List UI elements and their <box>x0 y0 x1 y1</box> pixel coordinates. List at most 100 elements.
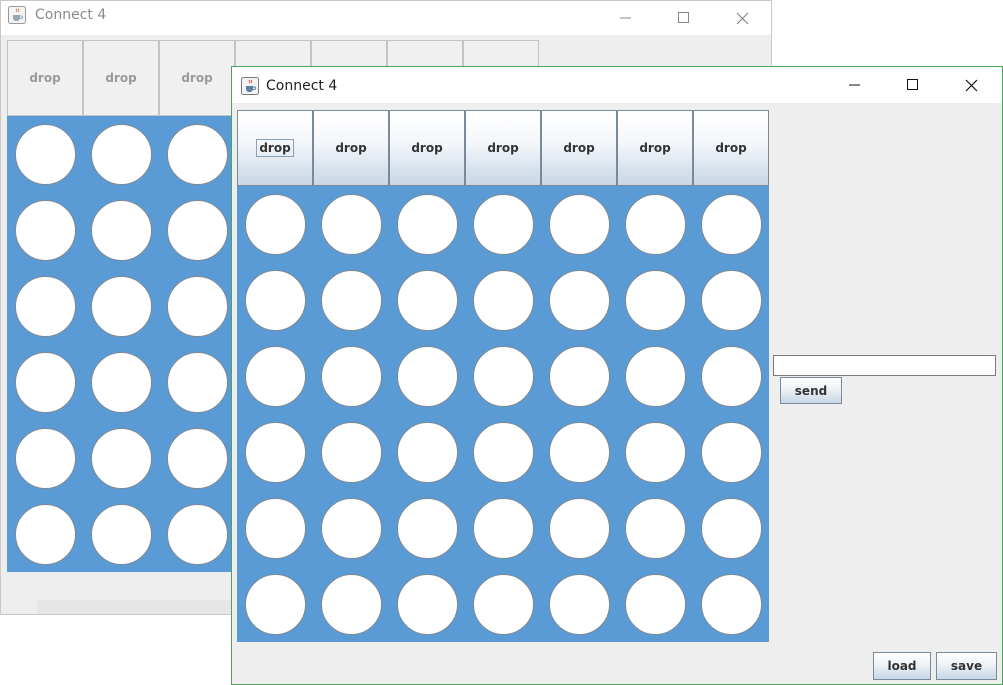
board-cell <box>237 262 313 338</box>
chat-input[interactable] <box>773 355 996 376</box>
empty-slot <box>14 199 76 261</box>
board-cell <box>7 420 83 496</box>
empty-slot <box>166 123 228 185</box>
empty-slot <box>548 345 610 407</box>
empty-slot <box>244 269 306 331</box>
window-title: Connect 4 <box>35 7 107 23</box>
empty-slot <box>472 497 534 559</box>
empty-slot <box>244 497 306 559</box>
close-button[interactable] <box>713 1 771 35</box>
title-bar[interactable]: Connect 4 <box>1 1 771 35</box>
board-cell <box>313 414 389 490</box>
board-cell <box>83 268 159 344</box>
empty-slot <box>90 275 152 337</box>
board-cell <box>7 116 83 192</box>
empty-slot <box>320 573 382 635</box>
empty-slot <box>624 345 686 407</box>
load-button[interactable]: load <box>873 652 931 680</box>
title-bar[interactable]: Connect 4 <box>232 67 1002 103</box>
drop-button-column-3[interactable]: drop <box>159 40 235 116</box>
empty-slot <box>624 421 686 483</box>
empty-slot <box>624 193 686 255</box>
board-cell <box>693 414 769 490</box>
board-cell <box>159 344 235 420</box>
empty-slot <box>624 573 686 635</box>
empty-slot <box>90 427 152 489</box>
board-cell <box>159 268 235 344</box>
drop-button-column-1[interactable]: drop <box>7 40 83 116</box>
maximize-button[interactable] <box>655 1 713 35</box>
board-cell <box>159 496 235 572</box>
empty-slot <box>14 503 76 565</box>
board-cell <box>159 116 235 192</box>
empty-slot <box>700 193 762 255</box>
window-title: Connect 4 <box>266 78 338 94</box>
empty-slot <box>472 573 534 635</box>
drop-button-column-7[interactable]: drop <box>693 110 769 186</box>
empty-slot <box>90 199 152 261</box>
board-cell <box>7 268 83 344</box>
empty-slot <box>320 421 382 483</box>
board-cell <box>313 262 389 338</box>
connect4-window-foreground[interactable]: Connect 4 drop drop drop drop drop drop … <box>231 66 1003 685</box>
board-cell <box>237 490 313 566</box>
empty-slot <box>700 497 762 559</box>
minimize-button[interactable] <box>826 67 884 103</box>
board-cell <box>465 414 541 490</box>
board-cell <box>617 338 693 414</box>
board-cell <box>465 490 541 566</box>
empty-slot <box>548 497 610 559</box>
empty-slot <box>396 193 458 255</box>
empty-slot <box>90 503 152 565</box>
board-cell <box>83 420 159 496</box>
empty-slot <box>396 421 458 483</box>
empty-slot <box>166 275 228 337</box>
send-button[interactable]: send <box>780 377 842 404</box>
drop-button-column-4[interactable]: drop <box>465 110 541 186</box>
drop-button-column-1[interactable]: drop <box>237 110 313 186</box>
board-cell <box>389 186 465 262</box>
empty-slot <box>396 345 458 407</box>
empty-slot <box>320 193 382 255</box>
board-cell <box>313 338 389 414</box>
board-cell <box>693 566 769 642</box>
board-cell <box>617 262 693 338</box>
board-cell <box>313 490 389 566</box>
board-cell <box>7 192 83 268</box>
empty-slot <box>472 345 534 407</box>
board-cell <box>159 192 235 268</box>
board-cell <box>237 566 313 642</box>
drop-button-column-6[interactable]: drop <box>617 110 693 186</box>
empty-slot <box>472 421 534 483</box>
empty-slot <box>472 269 534 331</box>
empty-slot <box>244 573 306 635</box>
board-cell <box>389 414 465 490</box>
board-cell <box>237 414 313 490</box>
empty-slot <box>624 269 686 331</box>
empty-slot <box>90 351 152 413</box>
empty-slot <box>166 199 228 261</box>
close-button[interactable] <box>942 67 1000 103</box>
drop-button-column-5[interactable]: drop <box>541 110 617 186</box>
empty-slot <box>396 573 458 635</box>
maximize-button[interactable] <box>884 67 942 103</box>
drop-button-column-2[interactable]: drop <box>83 40 159 116</box>
empty-slot <box>700 573 762 635</box>
drop-button-column-3[interactable]: drop <box>389 110 465 186</box>
empty-slot <box>244 345 306 407</box>
board-cell <box>541 338 617 414</box>
board-cell <box>693 186 769 262</box>
empty-slot <box>548 573 610 635</box>
empty-slot <box>14 427 76 489</box>
empty-slot <box>166 427 228 489</box>
board-cell <box>389 262 465 338</box>
empty-slot <box>166 351 228 413</box>
board-cell <box>617 414 693 490</box>
java-coffee-cup-icon <box>241 77 259 95</box>
close-icon <box>736 12 748 24</box>
minimize-button[interactable] <box>597 1 655 35</box>
drop-button-column-2[interactable]: drop <box>313 110 389 186</box>
save-button[interactable]: save <box>936 652 997 680</box>
board-cell <box>7 344 83 420</box>
board-cell <box>617 186 693 262</box>
